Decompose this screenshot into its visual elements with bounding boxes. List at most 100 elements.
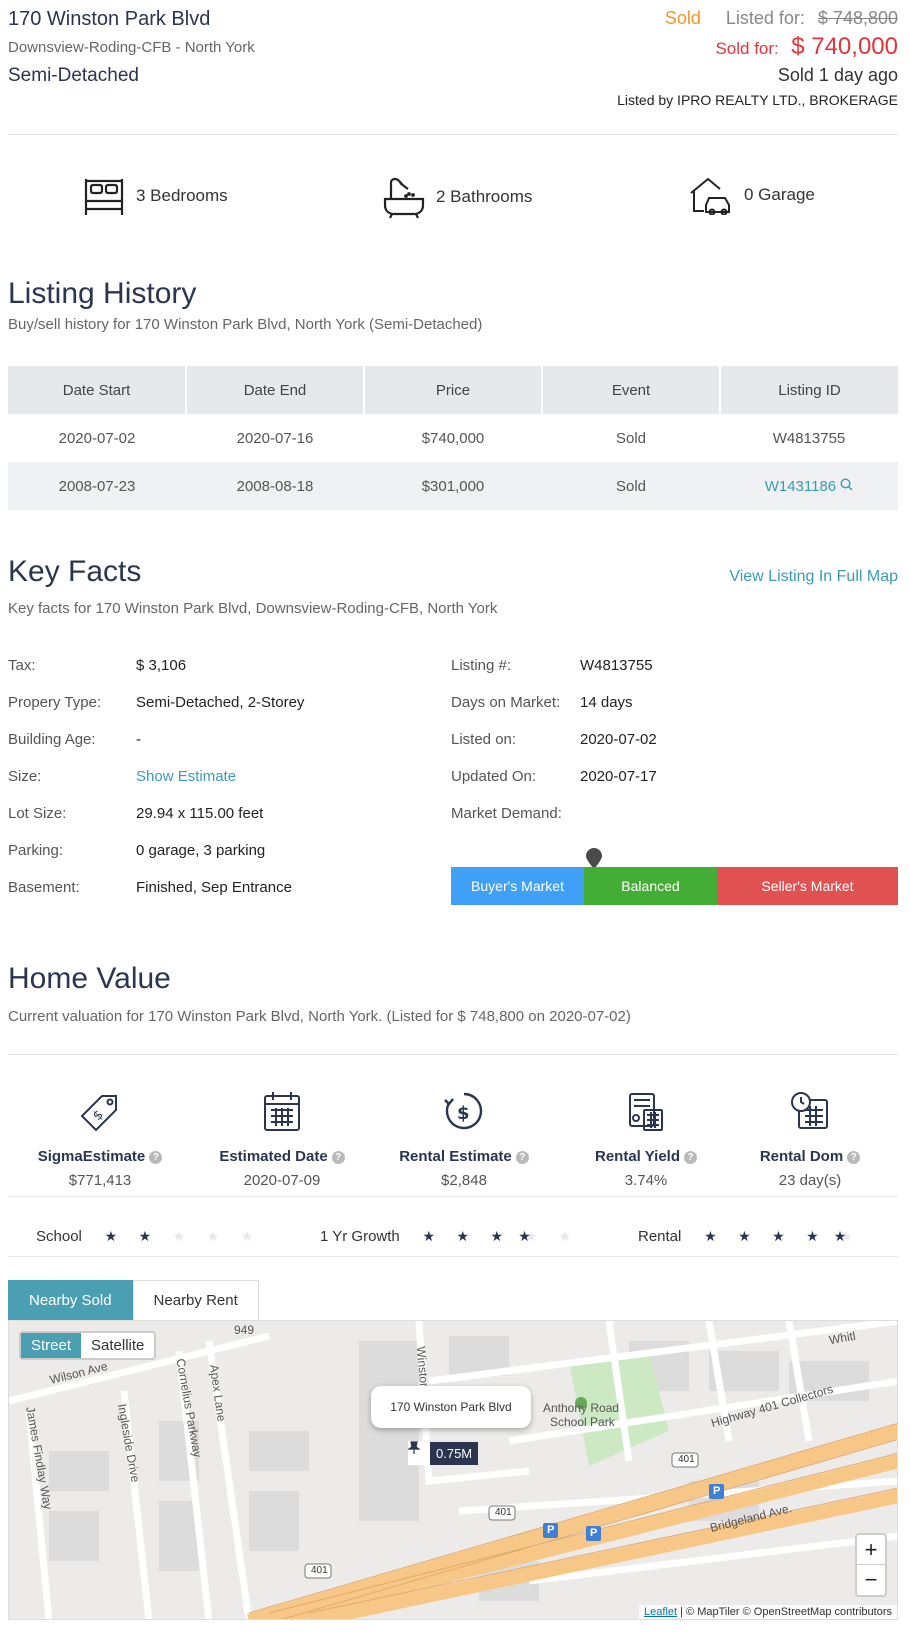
stat-value: $2,848	[441, 1172, 487, 1189]
fact-label: Lot Size:	[8, 805, 67, 822]
home-value-title: Home Value	[8, 962, 171, 995]
cell-listing-id: W4813755	[772, 429, 846, 447]
bed-icon	[84, 179, 124, 215]
zoom-out-button[interactable]: −	[857, 1565, 885, 1595]
help-icon[interactable]: ?	[684, 1151, 698, 1164]
home-value-subtitle: Current valuation for 170 Winston Park B…	[8, 1008, 631, 1025]
star-icon: ★	[206, 1228, 220, 1244]
star-icon: ★	[514, 1228, 548, 1245]
parking-icon: P	[713, 1485, 721, 1497]
pushpin-icon	[408, 1441, 420, 1454]
stat-label: Rental Dom	[759, 1148, 844, 1165]
fact-label: Basement:	[8, 879, 80, 896]
map-layer-toggle: Street Satellite	[19, 1331, 157, 1360]
fact-label: Listed on:	[451, 731, 517, 748]
satellite-layer-button[interactable]: Satellite	[81, 1333, 154, 1358]
stat-estimated-date: Estimated Date? 2020-07-09	[197, 1090, 367, 1189]
fact-value: 14 days	[580, 694, 633, 711]
help-icon[interactable]: ?	[847, 1151, 861, 1164]
col-event: Event	[542, 366, 721, 414]
map-label: Anthony Road	[543, 1401, 620, 1415]
zoom-control: + −	[855, 1533, 887, 1597]
marker-price: 0.75M	[430, 1441, 479, 1465]
cell-event: Sold	[542, 462, 720, 510]
bedrooms-label: 3 Bedrooms	[136, 186, 228, 205]
fact-value: 29.94 x 115.00 feet	[136, 805, 264, 822]
stat-label: Estimated Date	[219, 1148, 328, 1165]
parking-icon: P	[547, 1524, 555, 1536]
search-icon	[840, 477, 853, 490]
stat-rental-yield: Rental Yield? 3.74%	[561, 1090, 731, 1189]
divider	[8, 1256, 898, 1257]
listing-history-table: Date Start Date End Price Event Listing …	[8, 366, 898, 510]
stat-value: 3.74%	[624, 1172, 668, 1189]
show-estimate-link[interactable]: Show Estimate	[136, 768, 236, 785]
cell-listing-id: W1431186	[720, 462, 898, 510]
market-demand-bar: Buyer's Market Balanced Seller's Market	[451, 867, 898, 905]
attribution-text: | © MapTiler © OpenStreetMap contributor…	[677, 1606, 892, 1618]
sold-ago: Sold 1 day ago	[777, 65, 898, 85]
map-marker[interactable]: 0.75M	[408, 1441, 479, 1465]
divider	[8, 134, 898, 135]
highway-shield: 401	[311, 1565, 328, 1576]
star-icon: ★	[806, 1228, 819, 1244]
help-icon[interactable]: ?	[149, 1151, 163, 1164]
bedrooms-feature: 3 Bedrooms	[82, 175, 228, 217]
star-icon: ★	[738, 1228, 751, 1244]
help-icon[interactable]: ?	[515, 1151, 529, 1164]
star-icon: ★	[172, 1228, 186, 1244]
col-price: Price	[364, 366, 543, 414]
fact-label: Parking:	[8, 842, 64, 859]
svg-text:$: $	[457, 1103, 470, 1124]
star-icon: ★	[104, 1228, 118, 1244]
tab-nearby-rent[interactable]: Nearby Rent	[132, 1280, 259, 1320]
fact-label: Listing #:	[451, 657, 512, 674]
rating-school: School ★ ★ ★ ★ ★	[36, 1228, 264, 1245]
star-icon: ★	[829, 1228, 863, 1245]
star-icon: ★	[490, 1228, 504, 1244]
stat-rental-dom: Rental Dom? 23 day(s)	[725, 1090, 895, 1189]
rating-label: 1 Yr Growth	[320, 1228, 400, 1245]
stat-label: Rental Estimate	[399, 1148, 512, 1165]
market-demand-label: Market Demand:	[451, 805, 562, 822]
status-row: Sold Listed for: $ 748,800	[617, 8, 898, 29]
col-listing-id: Listing ID	[720, 366, 898, 414]
balanced-market: Balanced	[584, 867, 717, 905]
star-icon: ★	[138, 1228, 152, 1244]
sold-for-label: Sold for:	[715, 39, 779, 58]
map-popup: 170 Winston Park Blvd	[371, 1386, 531, 1428]
calendar-icon	[264, 1092, 300, 1131]
neighborhood: Downsview-Roding-CFB - North York	[8, 39, 255, 56]
parking-icon: P	[590, 1527, 598, 1539]
stat-label: Rental Yield	[594, 1148, 681, 1165]
listed-for-price: $ 748,800	[817, 8, 898, 28]
rating-growth: 1 Yr Growth ★ ★ ★ ★ ★	[320, 1228, 582, 1245]
street-layer-button[interactable]: Street	[21, 1333, 82, 1358]
col-date-end: Date End	[186, 366, 365, 414]
star-icon: ★	[558, 1228, 572, 1244]
garage-car-icon	[690, 177, 730, 215]
dollar-cycle-icon: $	[444, 1092, 483, 1130]
clock-calendar-icon	[791, 1092, 828, 1129]
zoom-in-button[interactable]: +	[857, 1535, 885, 1565]
help-icon[interactable]: ?	[331, 1151, 345, 1164]
stat-rental-estimate: $ Rental Estimate? $2,848	[379, 1090, 549, 1189]
fact-value: -	[136, 731, 141, 748]
table-row: 2008-07-23 2008-08-18 $301,000 Sold W143…	[8, 462, 898, 510]
garage-label: 0 Garage	[744, 185, 815, 204]
listing-id-link[interactable]: W1431186	[765, 478, 854, 495]
listed-for-label: Listed for:	[725, 8, 805, 28]
price-tag-icon: $	[80, 1095, 117, 1132]
bathrooms-label: 2 Bathrooms	[436, 187, 533, 206]
view-full-map-link[interactable]: View Listing In Full Map	[729, 568, 898, 586]
key-facts-title: Key Facts	[8, 555, 142, 588]
table-row: 2020-07-02 2020-07-16 $740,000 Sold W481…	[8, 414, 898, 462]
map-tiles	[9, 1321, 897, 1619]
garage-feature: 0 Garage	[688, 175, 815, 215]
col-date-start: Date Start	[8, 366, 187, 414]
cell-date-end: 2008-08-18	[186, 462, 364, 510]
map-view[interactable]: 949 Wilson Ave James Findlay Way Inglesi…	[8, 1320, 898, 1620]
cell-date-start: 2020-07-02	[58, 429, 136, 447]
leaflet-link[interactable]: Leaflet	[644, 1606, 677, 1618]
tab-nearby-sold[interactable]: Nearby Sold	[8, 1280, 133, 1320]
